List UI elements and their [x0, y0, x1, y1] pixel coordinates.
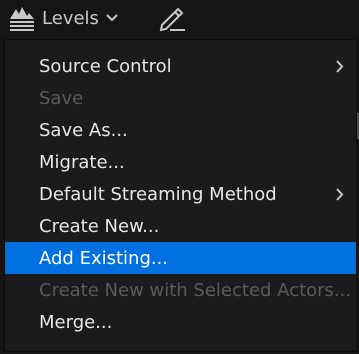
- menu-item-label: Create New with Selected Actors...: [39, 279, 352, 301]
- menu-item-create-new-with-selected-actors[interactable]: Create New with Selected Actors...: [5, 274, 356, 306]
- levels-dropdown-menu: Source Control Save Save As... Migrate..…: [4, 39, 357, 352]
- menu-item-label: Default Streaming Method: [39, 183, 277, 205]
- menu-item-save[interactable]: Save: [5, 82, 356, 114]
- chevron-right-icon: [336, 188, 344, 201]
- menu-item-label: Save: [39, 87, 84, 109]
- menu-item-label: Migrate...: [39, 151, 125, 173]
- levels-icon: [10, 7, 34, 31]
- chevron-down-icon: [106, 14, 118, 22]
- menu-item-create-new[interactable]: Create New...: [5, 210, 356, 242]
- menu-item-merge[interactable]: Merge...: [5, 306, 356, 338]
- menu-item-add-existing[interactable]: Add Existing...: [5, 242, 356, 274]
- menu-item-label: Source Control: [39, 55, 172, 77]
- menu-item-label: Add Existing...: [39, 247, 169, 269]
- menu-item-default-streaming-method[interactable]: Default Streaming Method: [5, 178, 356, 210]
- menu-item-label: Save As...: [39, 119, 128, 141]
- levels-dropdown-button[interactable]: Levels: [8, 4, 118, 32]
- edit-pencil-icon[interactable]: [156, 3, 188, 33]
- menu-item-save-as[interactable]: Save As...: [5, 114, 356, 146]
- menu-item-migrate[interactable]: Migrate...: [5, 146, 356, 178]
- chevron-right-icon: [336, 60, 344, 73]
- menu-item-source-control[interactable]: Source Control: [5, 50, 356, 82]
- levels-label: Levels: [42, 7, 99, 29]
- menu-item-label: Create New...: [39, 215, 160, 237]
- toolbar: Levels: [0, 0, 359, 38]
- menu-item-label: Merge...: [39, 311, 113, 333]
